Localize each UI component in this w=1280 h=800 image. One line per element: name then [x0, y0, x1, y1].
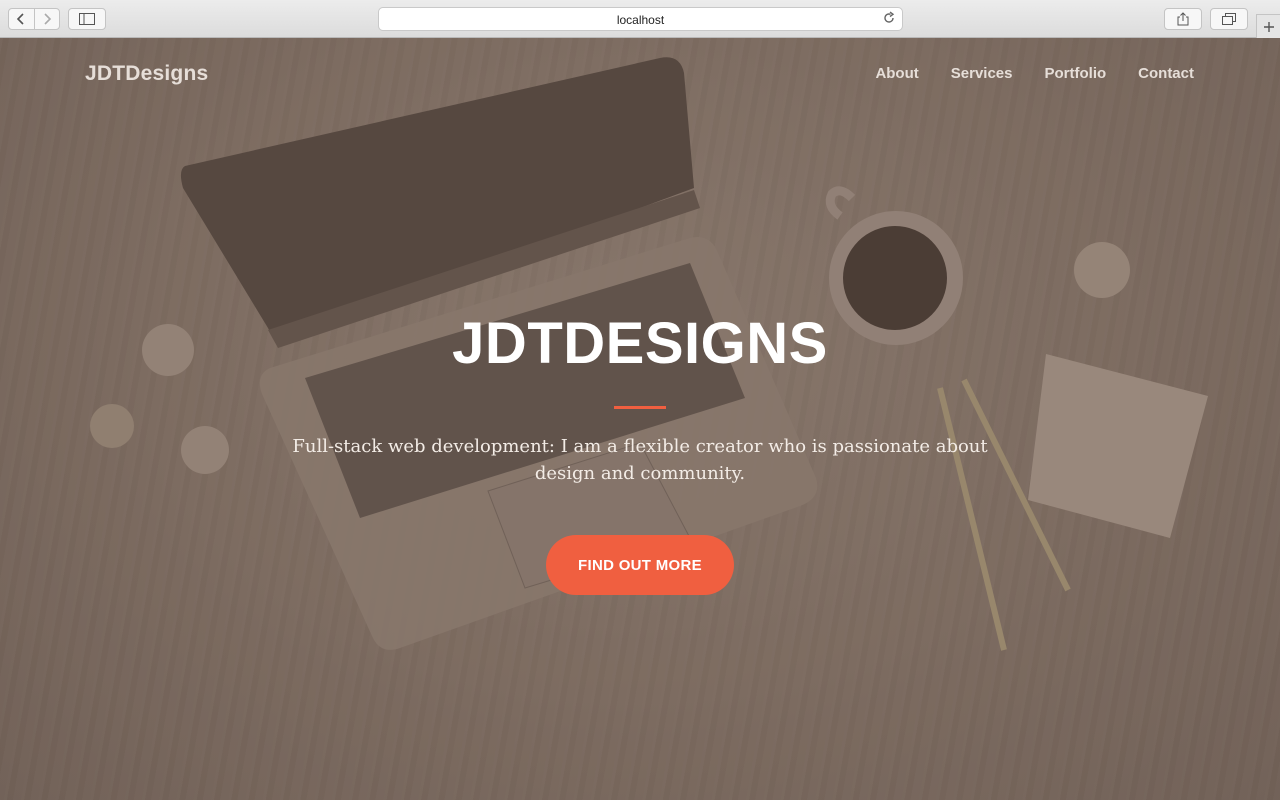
forward-button[interactable] — [33, 9, 59, 29]
nav-link-services[interactable]: Services — [951, 65, 1013, 82]
new-tab-button[interactable] — [1256, 14, 1280, 38]
hero-subtitle: Full-stack web development: I am a flexi… — [292, 436, 988, 484]
sidebar-button[interactable] — [68, 8, 106, 30]
find-out-more-button[interactable]: FIND OUT MORE — [546, 535, 734, 595]
main-nav: About Services Portfolio Contact — [875, 65, 1194, 82]
brand-logo[interactable]: JDTDesigns — [85, 62, 208, 86]
browser-toolbar: localhost — [0, 0, 1280, 38]
tabs-icon — [1222, 13, 1236, 25]
background-overlay — [0, 38, 1280, 800]
hero-section: JDTDesigns About Services Portfolio Cont… — [0, 38, 1280, 800]
nav-link-portfolio[interactable]: Portfolio — [1045, 65, 1107, 82]
share-button[interactable] — [1164, 8, 1202, 30]
chevron-left-icon — [17, 13, 25, 25]
plus-icon — [1263, 21, 1274, 32]
hero-title: JDTDESIGNS — [452, 311, 828, 376]
back-button[interactable] — [9, 9, 34, 29]
nav-link-contact[interactable]: Contact — [1138, 65, 1194, 82]
history-buttons — [8, 8, 60, 30]
share-icon — [1177, 12, 1189, 26]
chevron-right-icon — [44, 13, 52, 25]
sidebar-icon — [79, 13, 95, 25]
address-url: localhost — [616, 13, 665, 27]
nav-link-about[interactable]: About — [875, 65, 918, 82]
reload-button[interactable] — [882, 11, 896, 30]
reload-icon — [884, 11, 895, 23]
address-bar[interactable]: localhost — [378, 7, 903, 31]
title-divider — [614, 406, 666, 409]
tabs-button[interactable] — [1210, 8, 1248, 30]
